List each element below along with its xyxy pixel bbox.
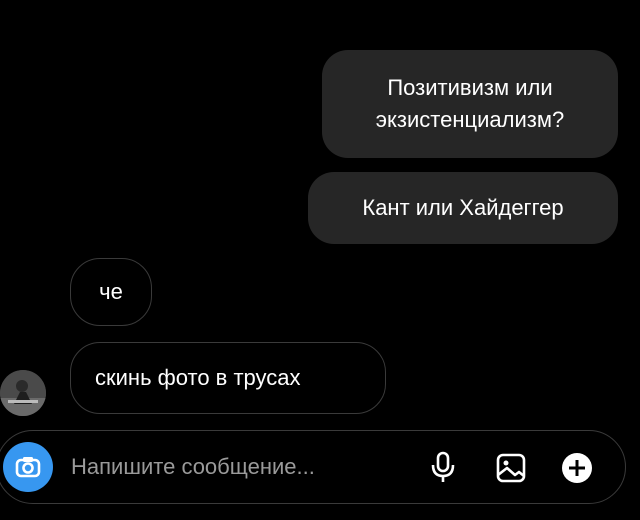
microphone-button[interactable] [423, 448, 463, 488]
sent-message[interactable]: Позитивизм или экзистенциализм? [322, 50, 618, 158]
message-composer: Напишите сообщение... [0, 430, 626, 504]
message-text: че [99, 279, 123, 304]
camera-button[interactable] [3, 442, 53, 492]
avatar-image [0, 370, 46, 416]
sent-message[interactable]: Кант или Хайдеггер [308, 172, 618, 244]
received-message[interactable]: че [70, 258, 152, 326]
image-gallery-icon [496, 453, 526, 483]
received-message[interactable]: скинь фото в трусах [70, 342, 386, 414]
gallery-button[interactable] [491, 448, 531, 488]
avatar[interactable] [0, 370, 46, 416]
chat-screen: Позитивизм или экзистенциализм? Кант или… [0, 0, 640, 520]
message-text: скинь фото в трусах [95, 365, 301, 390]
microphone-icon [431, 451, 455, 482]
more-options-button[interactable] [557, 448, 597, 488]
camera-icon [15, 457, 41, 478]
message-input[interactable]: Напишите сообщение... [71, 451, 315, 483]
plus-circle-icon [562, 453, 592, 483]
